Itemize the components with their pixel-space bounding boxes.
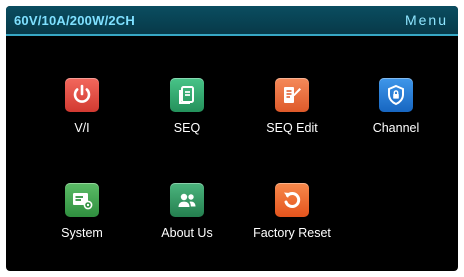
tile-seq-label: SEQ (173, 121, 201, 135)
document-edit-icon (275, 78, 309, 112)
shield-lock-icon (379, 78, 413, 112)
tile-channel[interactable]: Channel (351, 78, 441, 148)
tile-about-us[interactable]: About Us (142, 183, 232, 253)
menu-title: Menu (404, 12, 448, 28)
tile-seq-edit[interactable]: SEQ Edit (247, 78, 337, 148)
model-label: 60V/10A/200W/2CH (14, 13, 135, 28)
tile-factory-reset[interactable]: Factory Reset (247, 183, 337, 253)
device-screen: 60V/10A/200W/2CH Menu V/I SEQ SEQ Edit C… (6, 6, 458, 271)
tile-seq[interactable]: SEQ (142, 78, 232, 148)
tile-seq-edit-label: SEQ Edit (266, 121, 318, 135)
title-bar: 60V/10A/200W/2CH Menu (6, 6, 458, 36)
power-icon (65, 78, 99, 112)
tile-system[interactable]: System (37, 183, 127, 253)
people-icon (170, 183, 204, 217)
tile-about-us-label: About Us (161, 226, 213, 240)
settings-card-icon (65, 183, 99, 217)
tile-vi-label: V/I (74, 121, 90, 135)
tile-system-label: System (61, 226, 103, 240)
tile-vi[interactable]: V/I (37, 78, 127, 148)
tile-channel-label: Channel (372, 121, 420, 135)
tile-factory-reset-label: Factory Reset (253, 226, 331, 240)
reset-icon (275, 183, 309, 217)
document-icon (170, 78, 204, 112)
